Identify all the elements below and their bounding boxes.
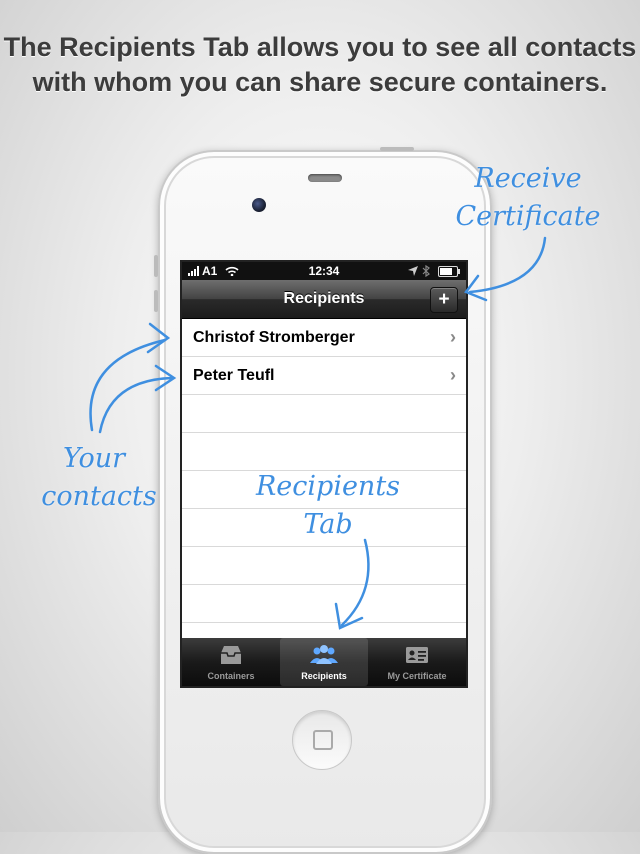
people-icon xyxy=(310,645,338,664)
battery-icon xyxy=(438,266,460,277)
annotation-text: Receive xyxy=(474,163,582,194)
tab-recipients[interactable]: Recipients xyxy=(280,638,368,686)
tab-containers[interactable]: Containers xyxy=(186,638,276,686)
tab-label: My Certificate xyxy=(387,671,447,681)
chevron-right-icon: › xyxy=(450,327,456,347)
annotation-your-contacts: Your contacts xyxy=(14,440,184,516)
front-camera xyxy=(252,198,266,212)
recipient-row[interactable]: Christof Stromberger › xyxy=(182,319,466,357)
annotation-text: Recipients xyxy=(255,471,401,502)
location-icon xyxy=(408,266,418,276)
tab-bar: Containers Recipients My Certificate xyxy=(182,638,466,686)
add-certificate-button[interactable]: + xyxy=(430,287,458,313)
annotation-text: Tab xyxy=(303,509,353,540)
recipient-name: Peter Teufl xyxy=(193,367,275,384)
sleep-button xyxy=(380,147,414,151)
annotation-text: Your xyxy=(62,443,126,474)
volume-button xyxy=(154,290,158,312)
earpiece-speaker xyxy=(308,174,342,182)
tab-my-certificate[interactable]: My Certificate xyxy=(372,638,462,686)
empty-row xyxy=(182,433,466,471)
bluetooth-icon xyxy=(422,265,430,277)
annotation-text: contacts xyxy=(41,481,157,512)
volume-button xyxy=(154,255,158,277)
recipient-name: Christof Stromberger xyxy=(193,329,355,346)
tab-label: Containers xyxy=(207,671,255,681)
recipient-row[interactable]: Peter Teufl › xyxy=(182,357,466,395)
id-card-icon xyxy=(406,647,428,663)
empty-row xyxy=(182,547,466,585)
page-title: Recipients xyxy=(283,290,365,307)
tab-label: Recipients xyxy=(301,671,347,681)
annotation-receive-certificate: Receive Certificate xyxy=(428,160,628,236)
status-bar: A1 12:34 xyxy=(182,262,466,280)
chevron-right-icon: › xyxy=(450,365,456,385)
empty-row xyxy=(182,623,466,638)
annotation-recipients-tab: Recipients Tab xyxy=(228,468,428,544)
annotation-text: Certificate xyxy=(455,201,601,232)
empty-row xyxy=(182,585,466,623)
tray-icon xyxy=(221,646,241,664)
navigation-bar: Recipients + xyxy=(182,280,466,319)
headline-text: The Recipients Tab allows you to see all… xyxy=(3,32,637,97)
arrow-to-contact-1 xyxy=(89,338,167,432)
empty-row xyxy=(182,395,466,433)
home-button[interactable] xyxy=(292,710,352,770)
